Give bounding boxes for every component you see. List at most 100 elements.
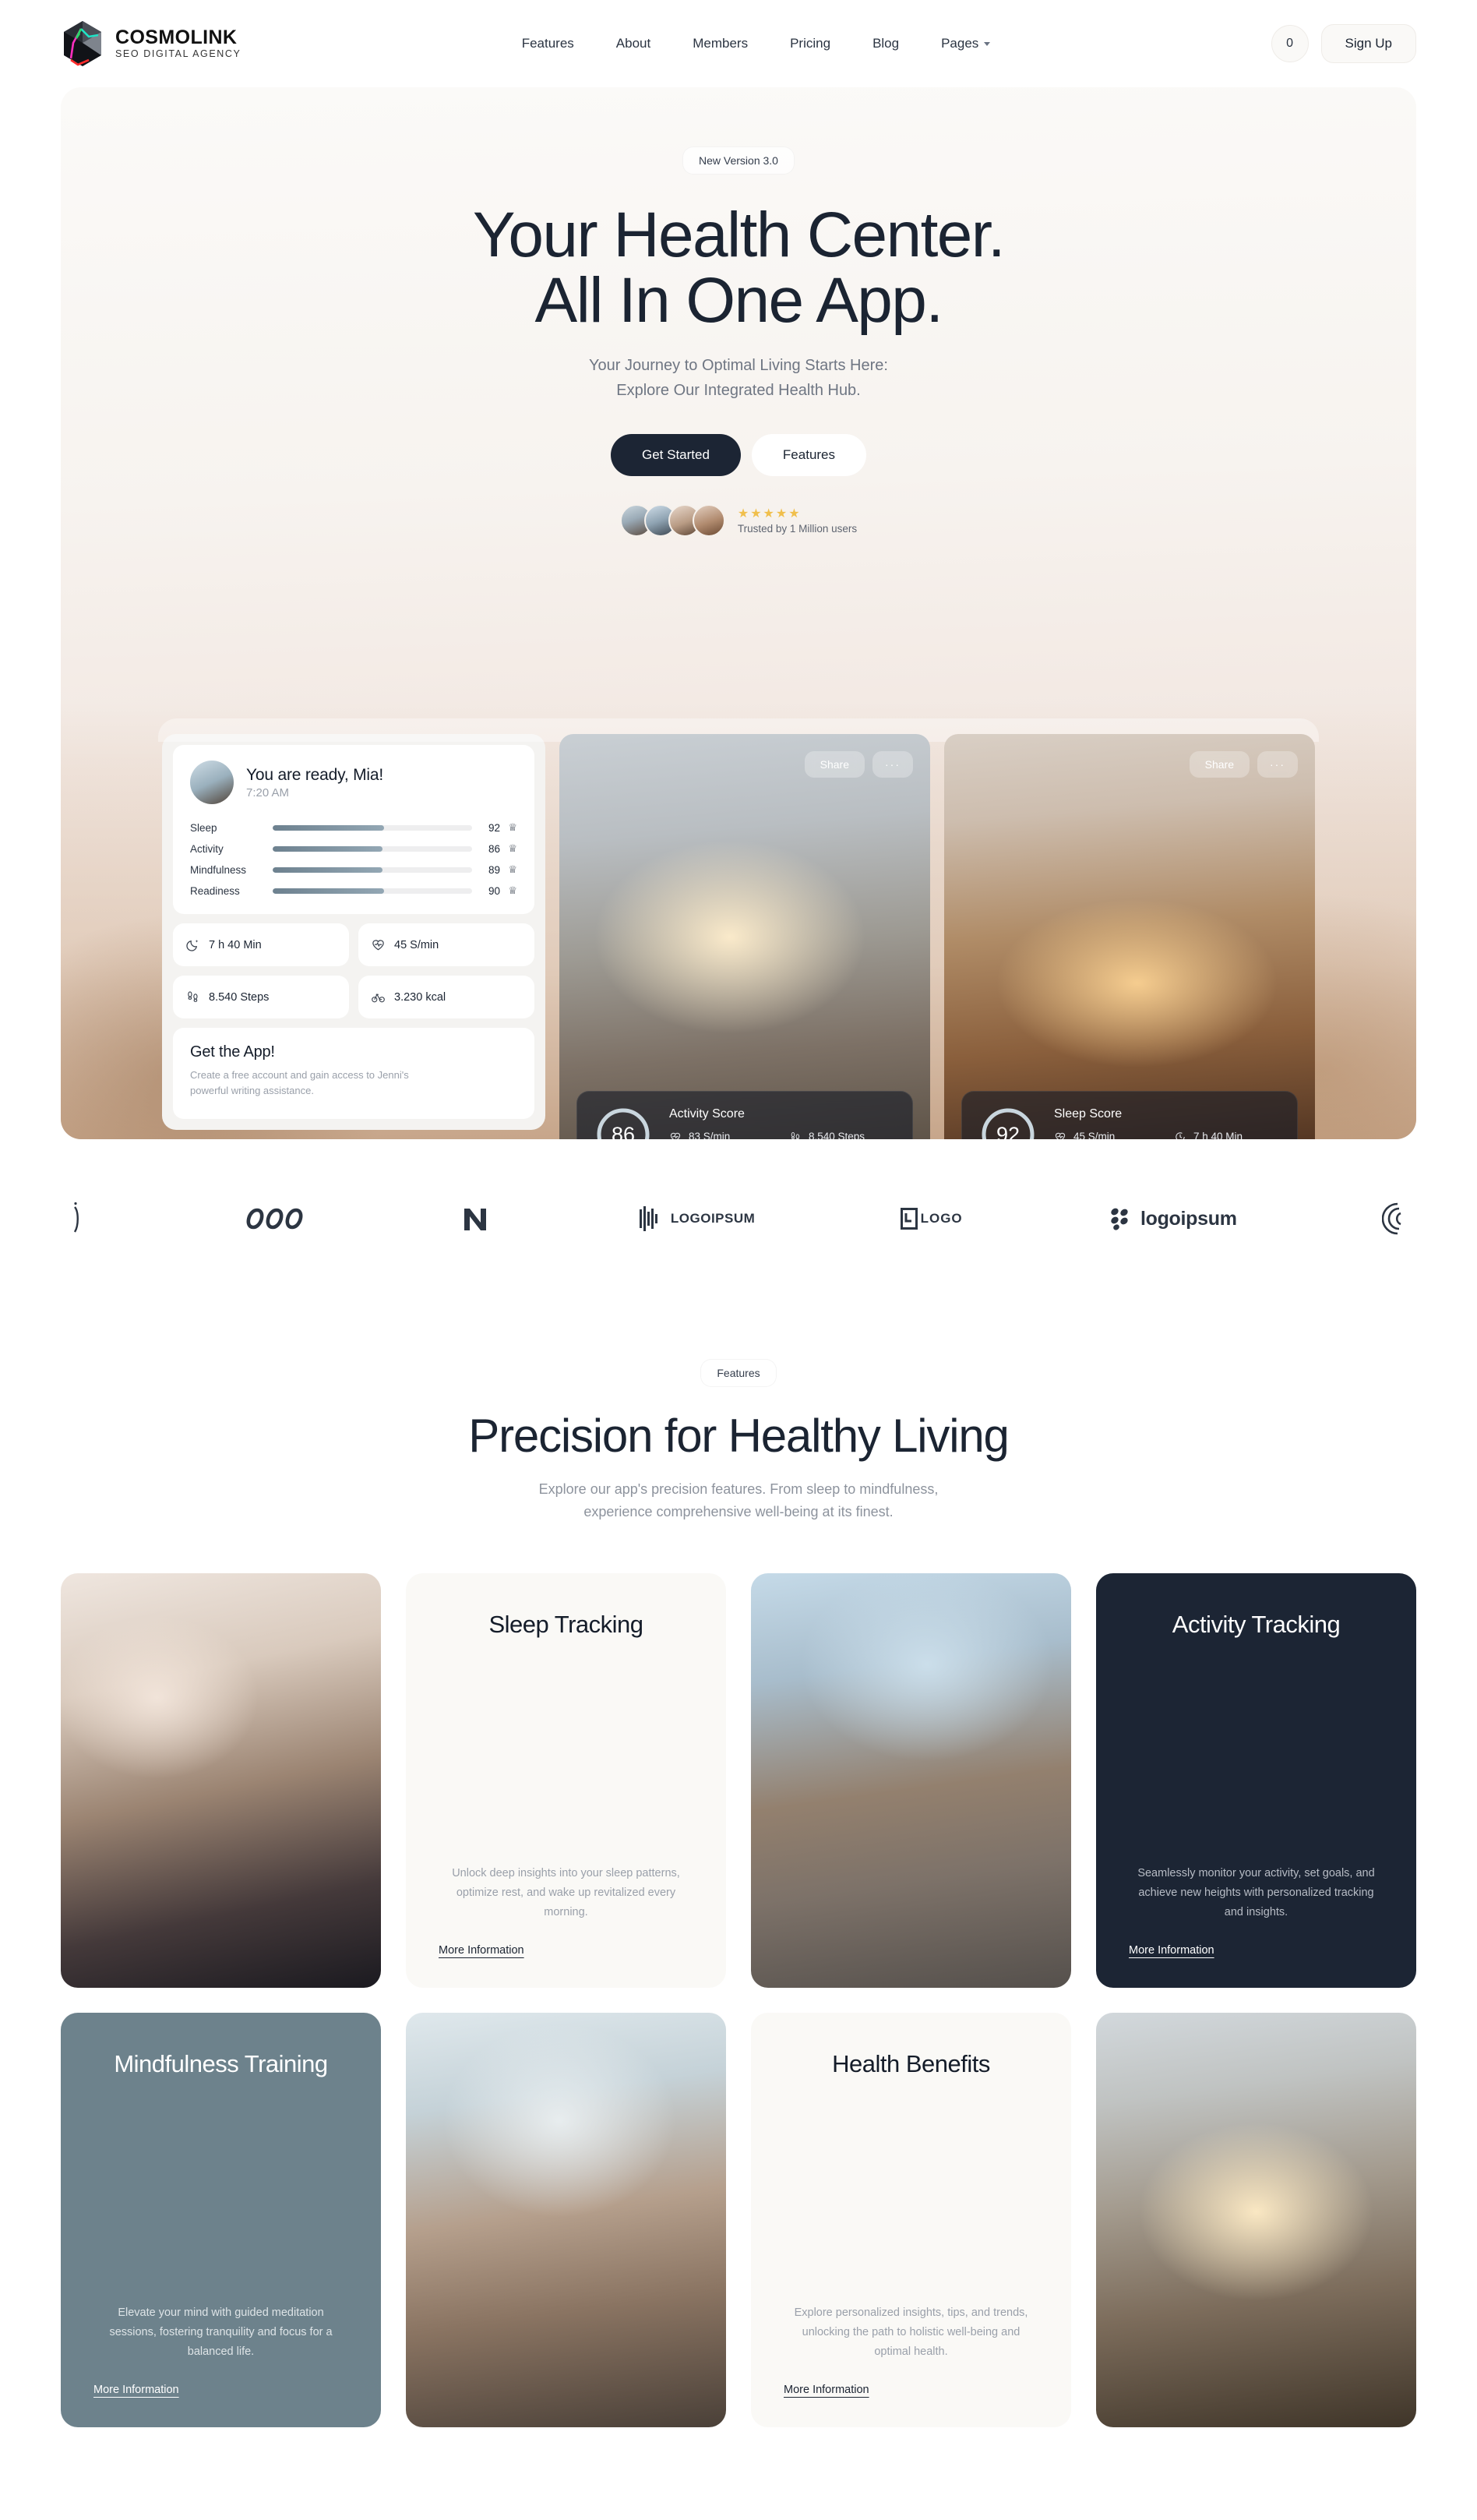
metric-tile-sleep-duration: 7 h 40 Min xyxy=(173,923,349,966)
nav-item-about[interactable]: About xyxy=(616,36,650,51)
features-badge: Features xyxy=(700,1359,777,1387)
activity-tracking-card[interactable]: Activity Tracking Seamlessly monitor you… xyxy=(1096,1572,1416,1988)
triple-loop-logo xyxy=(234,1202,312,1235)
profile-card: You are ready, Mia! 7:20 AM Sleep 92 ♕ A… xyxy=(173,745,534,914)
cart-count-badge[interactable]: 0 xyxy=(1271,25,1309,62)
hero-app-preview: You are ready, Mia! 7:20 AM Sleep 92 ♕ A… xyxy=(158,718,1319,1139)
heart-pulse-icon xyxy=(1054,1131,1066,1139)
pane-actions: Share ··· xyxy=(1189,751,1298,778)
activity-score-title: Activity Score xyxy=(669,1106,745,1121)
activity-score-gauge: 86 xyxy=(594,1106,652,1139)
sleep-photo-card xyxy=(61,1572,381,1988)
avatar xyxy=(692,503,725,537)
nav-label: Pages xyxy=(941,36,979,51)
activity-score-value: 86 xyxy=(611,1122,636,1140)
mindfulness-training-card[interactable]: Mindfulness Training Elevate your mind w… xyxy=(61,2012,381,2427)
logo-boxed-logo: LOGO xyxy=(900,1207,963,1230)
brand-name: COSMOLINK xyxy=(115,26,238,49)
metric-value: 3.230 kcal xyxy=(394,990,446,1004)
nav-item-members[interactable]: Members xyxy=(693,36,748,51)
moon-icon xyxy=(185,937,200,952)
card-description: Unlock deep insights into your sleep pat… xyxy=(452,1866,680,1918)
brand-logo[interactable]: COSMOLINK SEO DIGITAL AGENCY xyxy=(61,19,241,68)
metric-tile-steps: 8.540 Steps xyxy=(173,976,349,1018)
share-button[interactable]: Share xyxy=(1189,751,1250,778)
metric-value: 45 S/min xyxy=(394,938,439,951)
metric-value: 7 h 40 Min xyxy=(209,938,262,951)
stat-value: 89 xyxy=(488,863,500,876)
yoga-photo-pane: Share ··· 86 Activity Score 83 S/min 8.5… xyxy=(559,734,930,1139)
trust-label: Trusted by 1 Million users xyxy=(737,523,858,535)
nav-label: About xyxy=(615,36,651,51)
sleep-score-title: Sleep Score xyxy=(1054,1106,1123,1121)
logo-wordmark: LOGO xyxy=(920,1211,963,1226)
crown-icon: ♕ xyxy=(508,842,517,854)
nav-item-pricing[interactable]: Pricing xyxy=(790,36,830,51)
metric-value: 8.540 Steps xyxy=(209,990,270,1004)
health-stats-list: Sleep 92 ♕ Activity 86 ♕ Mindfulness 89 … xyxy=(190,821,517,897)
crown-icon: ♕ xyxy=(508,863,517,875)
activity-photo-card xyxy=(751,1572,1071,1988)
clock-icon xyxy=(1174,1131,1186,1139)
score-metric-value: 45 S/min xyxy=(1073,1131,1116,1139)
dune-photo-pane: Share ··· 92 Sleep Score 45 S/min 7 h 40… xyxy=(944,734,1315,1139)
features-subtitle: Explore our app's precision features. Fr… xyxy=(0,1478,1477,1523)
card-title: Sleep Tracking xyxy=(488,1610,643,1638)
progress-track xyxy=(273,845,472,852)
score-metric: 8.540 Steps xyxy=(789,1131,895,1139)
logoipsum-dots-logo: logoipsum xyxy=(1108,1205,1237,1232)
nav-label: Members xyxy=(693,36,749,51)
stat-value: 92 xyxy=(488,821,500,834)
nav-item-blog[interactable]: Blog xyxy=(872,36,899,51)
heart-pulse-icon xyxy=(669,1131,682,1139)
card-title: Mindfulness Training xyxy=(114,2049,328,2077)
more-information-link[interactable]: More Information xyxy=(93,2384,179,2396)
activity-score-card: 86 Activity Score 83 S/min 8.540 Steps xyxy=(576,1091,913,1139)
features-button[interactable]: Features xyxy=(751,433,867,476)
more-information-link[interactable]: More Information xyxy=(1129,1944,1214,1957)
more-options-icon[interactable]: ··· xyxy=(872,751,913,778)
card-title: Activity Tracking xyxy=(1172,1610,1341,1638)
card-description: Seamlessly monitor your activity, set go… xyxy=(1137,1866,1375,1918)
card-description: Explore personalized insights, tips, and… xyxy=(794,2306,1028,2358)
share-button[interactable]: Share xyxy=(804,751,865,778)
stat-label: Readiness xyxy=(190,884,240,897)
health-benefits-card[interactable]: Health Benefits Explore personalized ins… xyxy=(751,2012,1071,2427)
sleep-score-gauge: 92 xyxy=(979,1106,1037,1139)
avatar-stack xyxy=(619,503,725,537)
get-app-title: Get the App! xyxy=(190,1043,275,1061)
score-metric-value: 83 S/min xyxy=(689,1131,731,1139)
stat-row: Mindfulness 89 ♕ xyxy=(190,863,517,876)
card-title: Health Benefits xyxy=(832,2049,990,2077)
more-information-link[interactable]: More Information xyxy=(784,2384,869,2396)
hero-cta-row: Get Started Features xyxy=(61,433,1416,476)
crown-icon: ♕ xyxy=(508,884,517,896)
sleep-tracking-card[interactable]: Sleep Tracking Unlock deep insights into… xyxy=(406,1572,726,1988)
hero-section: New Version 3.0 Your Health Center. All … xyxy=(61,87,1416,1139)
progress-fill xyxy=(273,845,382,852)
get-app-description: Create a free account and gain access to… xyxy=(190,1069,409,1097)
score-metric: 83 S/min xyxy=(669,1131,775,1139)
get-started-button[interactable]: Get Started xyxy=(610,433,741,476)
hero-title-line-2: All In One App. xyxy=(534,265,943,337)
nav-label: Features xyxy=(521,36,574,51)
sign-up-button[interactable]: Sign Up xyxy=(1320,24,1416,63)
score-metric-value: 7 h 40 Min xyxy=(1193,1131,1243,1139)
more-options-icon[interactable]: ··· xyxy=(1257,751,1298,778)
pane-actions: Share ··· xyxy=(804,751,913,778)
more-information-link[interactable]: More Information xyxy=(439,1944,524,1957)
features-subtitle-line-2: experience comprehensive well-being at i… xyxy=(583,1503,894,1519)
progress-track xyxy=(273,888,472,894)
crown-icon: ♕ xyxy=(508,821,517,833)
nav-item-features[interactable]: Features xyxy=(522,36,574,51)
n-monogram-logo xyxy=(457,1201,493,1237)
stat-row: Readiness 90 ♕ xyxy=(190,884,517,897)
metric-tiles: 7 h 40 Min 45 S/min 8.540 Steps 3.230 kc… xyxy=(173,923,534,1018)
star-rating-icon: ★★★★★ xyxy=(737,506,802,521)
nav-item-pages[interactable]: Pages xyxy=(941,36,991,51)
score-metric: 45 S/min xyxy=(1054,1131,1160,1139)
score-metric-value: 8.540 Steps xyxy=(809,1131,865,1139)
dashboard-panel: You are ready, Mia! 7:20 AM Sleep 92 ♕ A… xyxy=(162,734,545,1131)
logo-wordmark: logoipsum xyxy=(1140,1207,1237,1230)
progress-fill xyxy=(273,824,385,831)
